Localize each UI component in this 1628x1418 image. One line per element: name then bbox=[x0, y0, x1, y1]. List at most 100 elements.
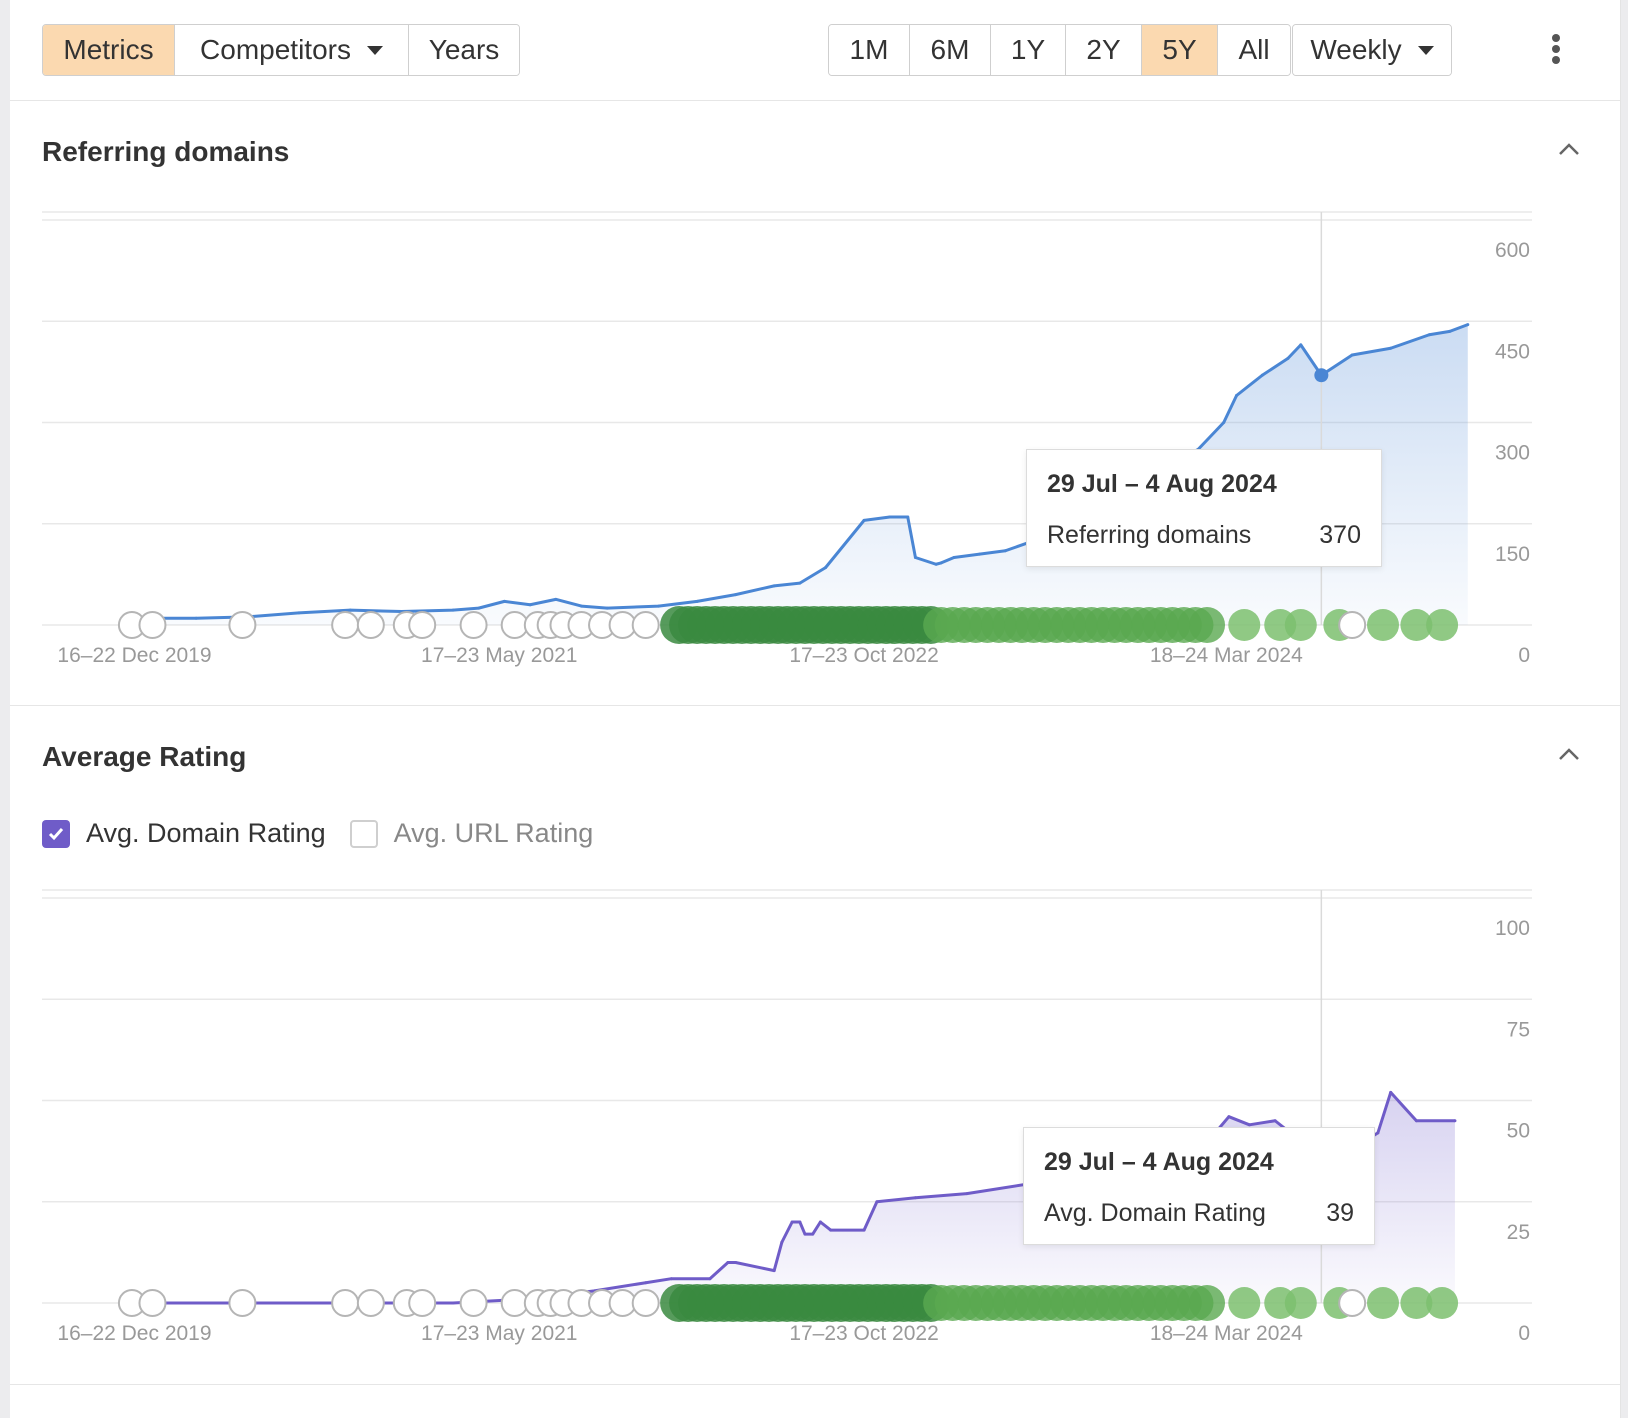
range-5y-button[interactable]: 5Y bbox=[1142, 25, 1218, 75]
data-point bbox=[194, 616, 198, 620]
view-tab-group: Metrics Competitors Years bbox=[42, 24, 520, 76]
tab-competitors[interactable]: Competitors bbox=[175, 25, 409, 75]
range-all-label: All bbox=[1238, 34, 1270, 65]
check-icon bbox=[48, 827, 64, 840]
y-tick-label: 150 bbox=[1495, 543, 1530, 566]
range-1m-label: 1M bbox=[849, 34, 889, 65]
avg-domain-rating-label[interactable]: Avg. Domain Rating bbox=[86, 818, 326, 849]
avg-url-rating-checkbox[interactable] bbox=[349, 819, 378, 848]
data-point bbox=[811, 1232, 815, 1236]
x-tick-label: 16–22 Dec 2019 bbox=[57, 1322, 211, 1345]
event-marker bbox=[500, 611, 529, 639]
event-marker bbox=[459, 1289, 488, 1317]
interval-label: Weekly bbox=[1310, 34, 1402, 65]
event-marker bbox=[500, 1289, 529, 1317]
tooltip-metric-label: Avg. Domain Rating bbox=[1044, 1199, 1266, 1227]
more-options-icon[interactable] bbox=[1550, 34, 1562, 64]
data-point bbox=[1299, 343, 1303, 347]
event-marker bbox=[631, 611, 660, 639]
y-tick-label: 600 bbox=[1495, 239, 1530, 262]
data-point bbox=[862, 518, 866, 522]
data-point bbox=[772, 584, 776, 588]
data-point bbox=[1286, 356, 1290, 360]
highlight-point bbox=[1314, 368, 1329, 383]
data-point bbox=[1222, 421, 1226, 424]
data-point bbox=[790, 1220, 794, 1224]
event-marker bbox=[631, 1289, 660, 1317]
data-point bbox=[824, 566, 828, 570]
y-tick-label: 75 bbox=[1507, 1018, 1530, 1041]
avg-url-rating-label[interactable]: Avg. URL Rating bbox=[394, 818, 594, 849]
event-marker bbox=[1338, 611, 1367, 639]
data-point bbox=[978, 552, 982, 556]
data-point bbox=[780, 1240, 784, 1244]
range-all-button[interactable]: All bbox=[1218, 25, 1290, 75]
data-point bbox=[579, 604, 583, 608]
range-2y-label: 2Y bbox=[1086, 34, 1121, 65]
data-point bbox=[913, 556, 917, 559]
chevron-up-icon[interactable] bbox=[1558, 744, 1580, 766]
y-tick-label: 300 bbox=[1495, 442, 1530, 465]
data-point bbox=[803, 1232, 807, 1236]
data-point bbox=[1414, 1119, 1418, 1123]
interval-select[interactable]: Weekly bbox=[1292, 24, 1452, 76]
data-point bbox=[934, 562, 938, 566]
tab-metrics[interactable]: Metrics bbox=[43, 25, 175, 75]
data-point bbox=[1235, 394, 1239, 397]
y-tick-label: 450 bbox=[1495, 340, 1530, 363]
event-marker bbox=[1284, 609, 1317, 641]
x-tick-label: 18–24 Mar 2024 bbox=[1150, 644, 1303, 667]
range-2y-button[interactable]: 2Y bbox=[1066, 25, 1142, 75]
data-point bbox=[906, 515, 910, 519]
data-point bbox=[913, 1196, 917, 1200]
data-point bbox=[952, 556, 956, 559]
x-tick-label: 16–22 Dec 2019 bbox=[57, 644, 211, 667]
x-tick-label: 17–23 Oct 2022 bbox=[789, 1322, 938, 1345]
range-1m-button[interactable]: 1M bbox=[829, 25, 910, 75]
event-marker bbox=[138, 1289, 167, 1317]
data-point bbox=[644, 1281, 648, 1285]
tooltip-row: Referring domains 370 bbox=[1047, 521, 1361, 550]
data-point bbox=[451, 608, 455, 612]
event-marker bbox=[1367, 1287, 1399, 1319]
tab-competitors-label: Competitors bbox=[200, 34, 351, 65]
event-marker bbox=[356, 611, 385, 639]
interval-select-value[interactable]: Weekly bbox=[1293, 25, 1451, 75]
tab-years[interactable]: Years bbox=[409, 25, 519, 75]
referring-domains-tooltip: 29 Jul – 4 Aug 2024 Referring domains 37… bbox=[1026, 449, 1382, 567]
data-point bbox=[605, 606, 609, 610]
data-point bbox=[772, 1269, 776, 1273]
chevron-up-icon[interactable] bbox=[1558, 139, 1580, 161]
data-point bbox=[726, 1261, 730, 1264]
x-tick-label: 17–23 Oct 2022 bbox=[789, 644, 938, 667]
y-tick-label: 0 bbox=[1518, 644, 1530, 667]
data-point bbox=[477, 606, 481, 610]
data-point bbox=[502, 599, 506, 603]
range-6m-label: 6M bbox=[930, 34, 970, 65]
data-point bbox=[1427, 333, 1431, 337]
caret-down-icon bbox=[1417, 45, 1434, 55]
tooltip-metric-label: Referring domains bbox=[1047, 521, 1252, 549]
data-point bbox=[1350, 353, 1354, 357]
event-marker bbox=[331, 1289, 360, 1317]
event-marker bbox=[138, 611, 167, 639]
event-marker bbox=[228, 1289, 257, 1317]
x-tick-label: 17–23 May 2021 bbox=[421, 1322, 577, 1345]
data-point bbox=[734, 1261, 738, 1264]
range-1y-button[interactable]: 1Y bbox=[991, 25, 1066, 75]
tab-metrics-label: Metrics bbox=[63, 34, 154, 65]
tooltip-metric-value: 39 bbox=[1326, 1199, 1354, 1227]
event-marker bbox=[408, 1289, 437, 1317]
avg-domain-rating-checkbox[interactable] bbox=[42, 819, 70, 848]
event-marker bbox=[1338, 1289, 1367, 1317]
caret-down-icon bbox=[366, 45, 383, 55]
data-point bbox=[708, 1277, 712, 1281]
data-point bbox=[1227, 1115, 1231, 1119]
range-6m-button[interactable]: 6M bbox=[910, 25, 991, 75]
tooltip-date: 29 Jul – 4 Aug 2024 bbox=[1044, 1148, 1274, 1176]
event-marker bbox=[408, 611, 437, 639]
data-point bbox=[1466, 323, 1470, 327]
tab-years-label: Years bbox=[428, 34, 500, 65]
y-tick-label: 0 bbox=[1518, 1322, 1530, 1345]
data-point bbox=[451, 1301, 455, 1305]
